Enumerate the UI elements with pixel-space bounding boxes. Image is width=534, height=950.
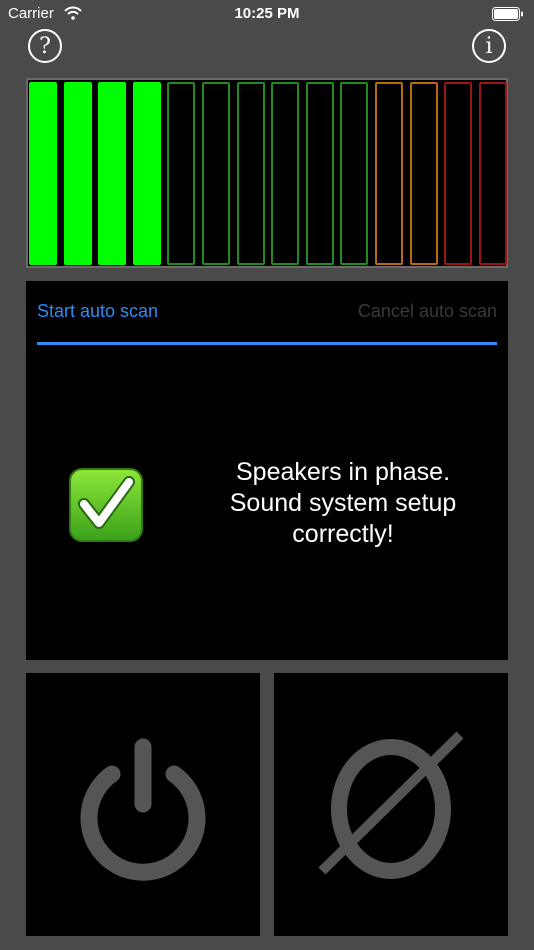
meter-bar bbox=[63, 82, 92, 265]
check-mark-icon bbox=[69, 468, 143, 542]
meter-bar bbox=[478, 82, 507, 265]
cancel-auto-scan-button[interactable]: Cancel auto scan bbox=[358, 301, 497, 322]
scan-panel: Start auto scan Cancel auto scan Speaker… bbox=[26, 281, 508, 660]
meter-bar bbox=[29, 82, 57, 265]
help-button[interactable]: ? bbox=[28, 29, 62, 63]
phase-button[interactable] bbox=[274, 673, 508, 936]
help-icon: ? bbox=[39, 33, 51, 59]
meter-bar bbox=[167, 82, 196, 265]
level-meter bbox=[26, 78, 508, 268]
meter-bar bbox=[236, 82, 265, 265]
meter-bar bbox=[305, 82, 334, 265]
meter-bar bbox=[98, 82, 127, 265]
battery-icon bbox=[492, 7, 523, 21]
meter-bar bbox=[375, 82, 403, 265]
power-button[interactable] bbox=[26, 673, 260, 936]
meter-bar bbox=[132, 82, 161, 265]
start-auto-scan-button[interactable]: Start auto scan bbox=[37, 301, 158, 322]
info-button[interactable]: i bbox=[472, 29, 506, 63]
meter-bar bbox=[409, 82, 438, 265]
scan-progress-bar bbox=[37, 342, 497, 345]
status-bar: Carrier 10:25 PM bbox=[0, 0, 534, 30]
meter-bar bbox=[202, 82, 230, 265]
power-icon bbox=[80, 738, 206, 881]
meter-bar bbox=[271, 82, 300, 265]
meter-bar bbox=[340, 82, 369, 265]
scan-progress-fill bbox=[37, 342, 497, 345]
info-icon: i bbox=[485, 33, 493, 59]
status-time: 10:25 PM bbox=[234, 5, 300, 22]
result-message: Speakers in phase. Sound system setup co… bbox=[229, 458, 457, 548]
meter-bar bbox=[444, 82, 473, 265]
phase-invert-icon bbox=[318, 731, 464, 879]
